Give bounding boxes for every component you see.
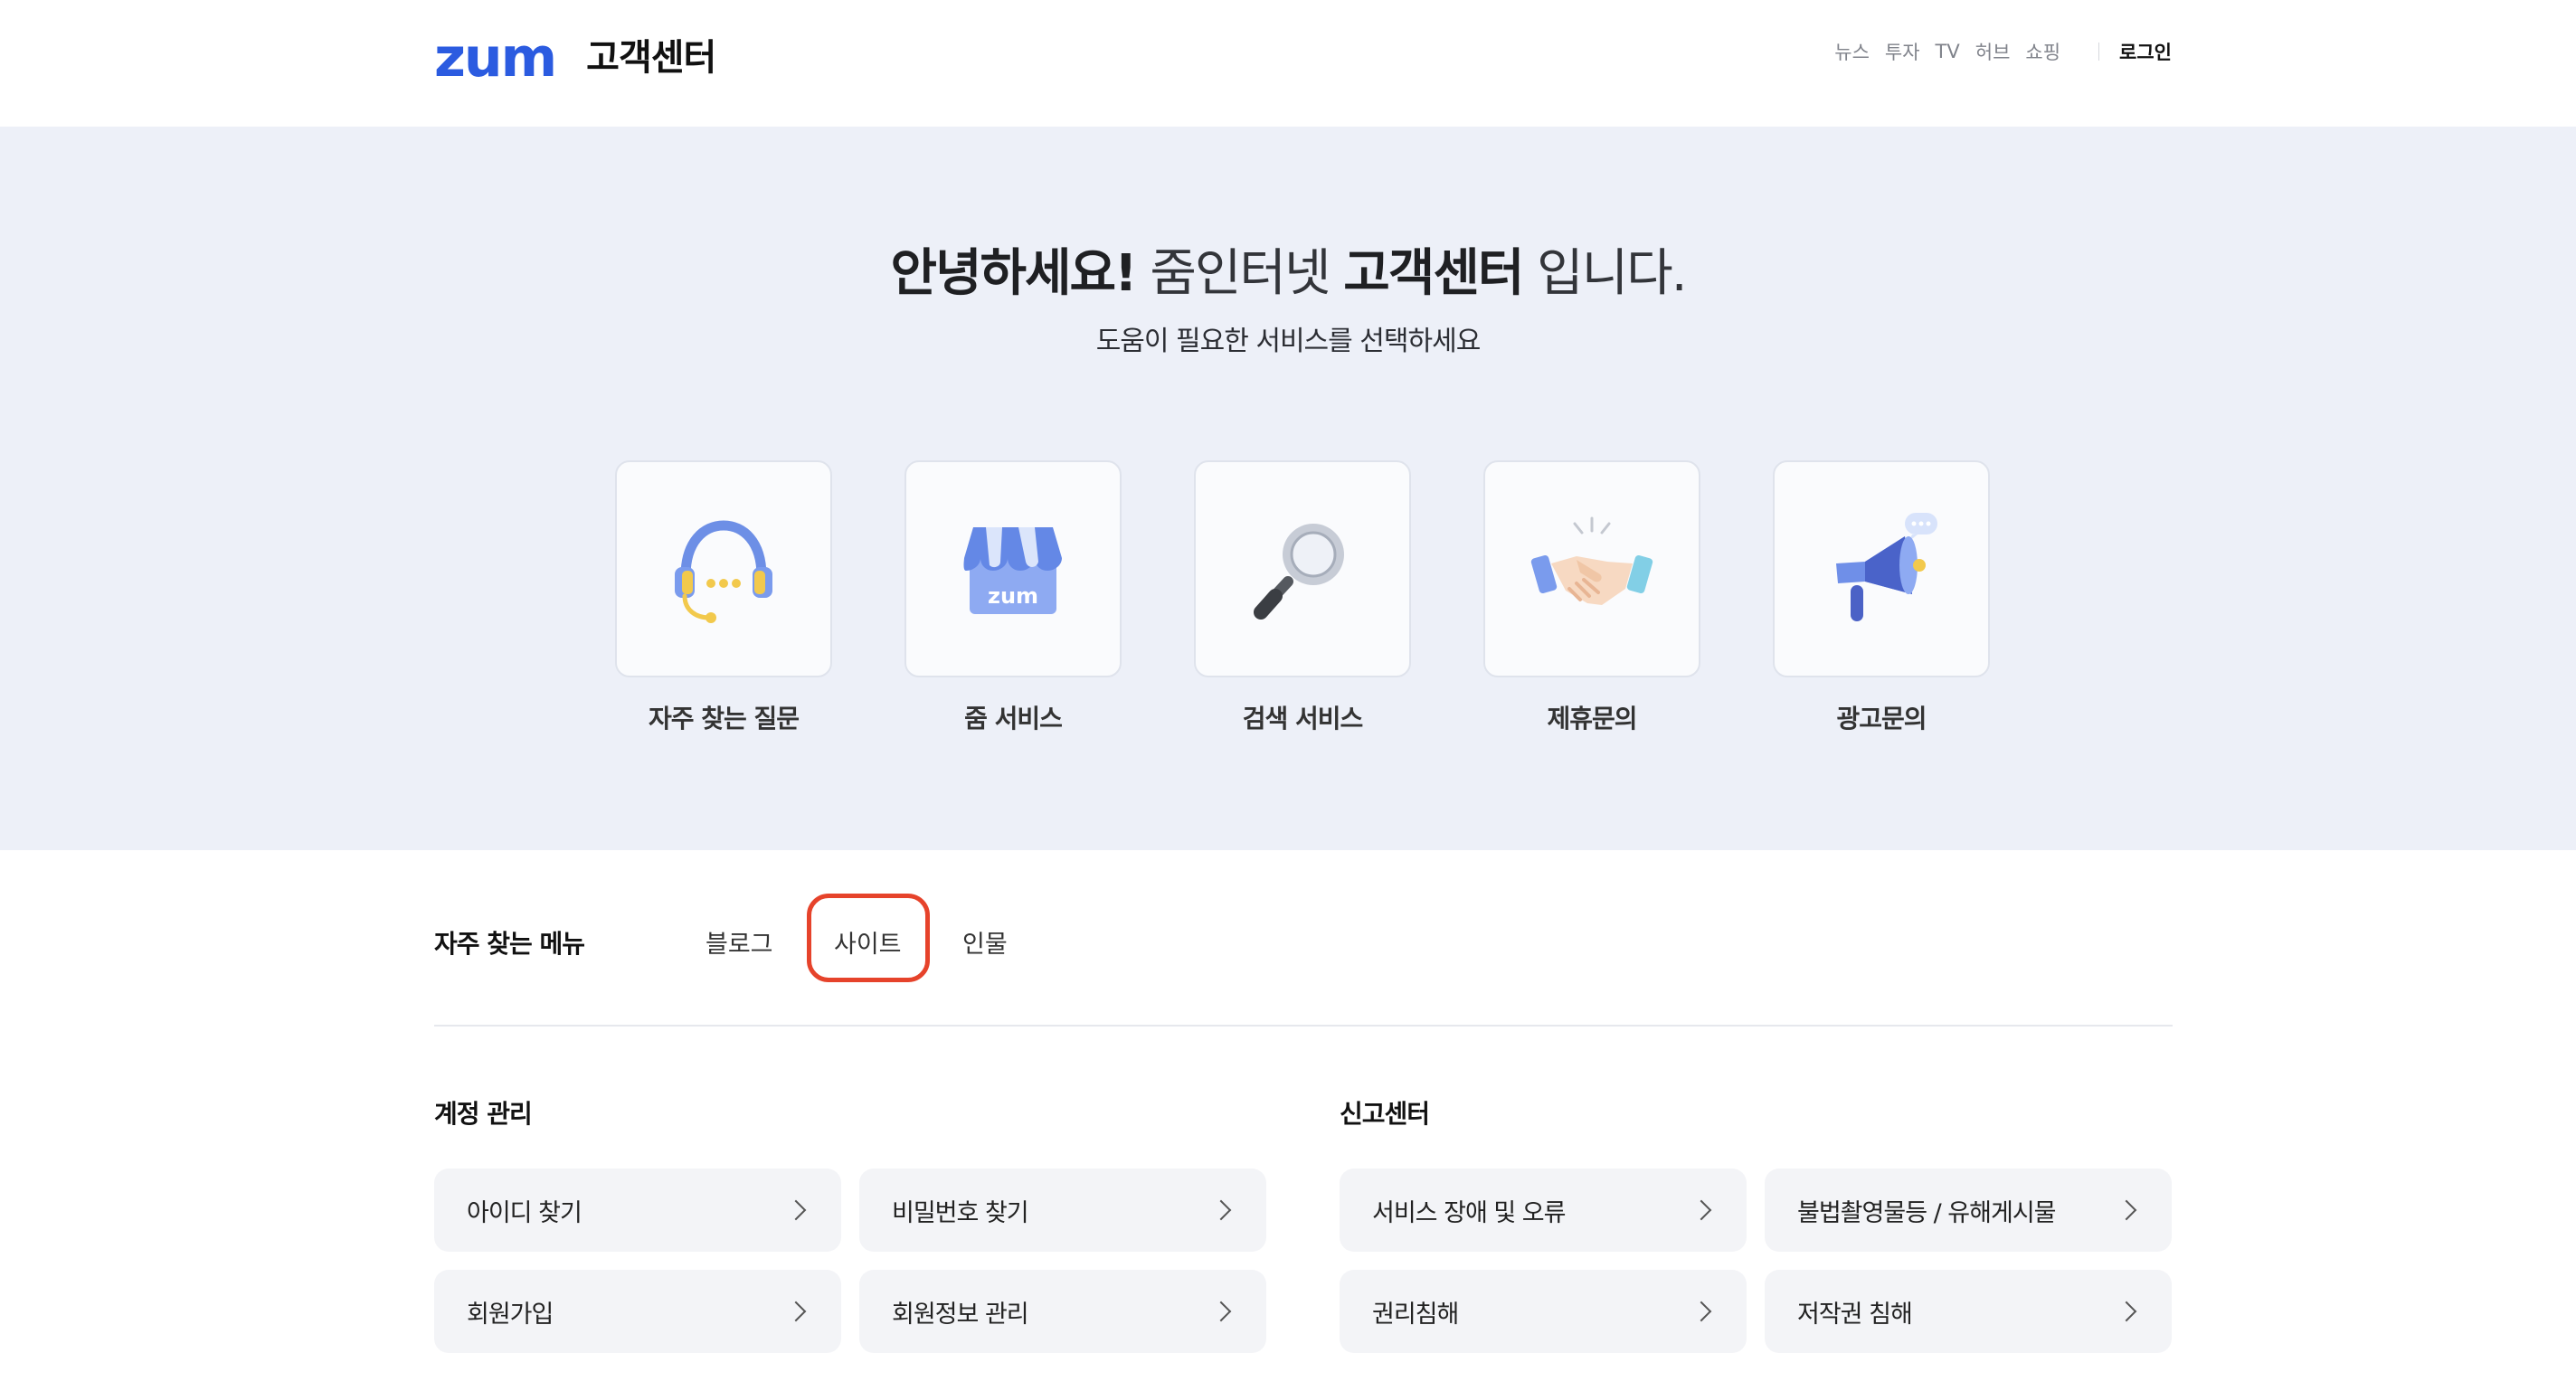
frequent-menu: 자주 찾는 메뉴 블로그 사이트 인물 <box>434 894 2173 1027</box>
magnifier-icon <box>1254 524 1344 620</box>
illegal-content-label: 불법촬영물등 / 유해게시물 <box>1797 1198 2057 1227</box>
login-link[interactable]: 로그인 <box>2119 38 2172 65</box>
rights-infringement-label: 권리침해 <box>1372 1300 1459 1329</box>
chevron-right-icon <box>1690 1199 1712 1221</box>
card-partnership-box[interactable] <box>1483 460 1700 677</box>
hero-section: 안녕하세요! 줌인터넷 고객센터 입니다. 도움이 필요한 서비스를 선택하세요 <box>0 127 2576 850</box>
nav-hub[interactable]: 허브 <box>1975 38 2011 65</box>
find-id-button[interactable]: 아이디 찾기 <box>434 1169 841 1252</box>
zum-logo[interactable]: zum <box>434 31 557 85</box>
signup-label: 회원가입 <box>467 1300 554 1329</box>
manage-account-label: 회원정보 관리 <box>892 1300 1029 1329</box>
illegal-content-button[interactable]: 불법촬영물등 / 유해게시물 <box>1765 1169 2172 1252</box>
chevron-right-icon <box>785 1199 807 1221</box>
nav-shopping[interactable]: 쇼핑 <box>2025 38 2060 65</box>
store-icon: zum <box>963 527 1062 614</box>
card-faq-label[interactable]: 자주 찾는 질문 <box>615 699 832 735</box>
card-zum-service-label[interactable]: 줌 서비스 <box>904 699 1122 735</box>
service-error-label: 서비스 장애 및 오류 <box>1372 1198 1566 1227</box>
card-partnership-label[interactable]: 제휴문의 <box>1483 699 1700 735</box>
headset-icon <box>675 520 772 623</box>
copyright-infringement-button[interactable]: 저작권 침해 <box>1765 1270 2172 1353</box>
card-search-service[interactable]: 검색 서비스 <box>1194 460 1411 735</box>
nav-invest[interactable]: 투자 <box>1885 38 1920 65</box>
hero-title: 안녕하세요! 줌인터넷 고객센터 입니다. <box>0 242 2576 306</box>
hero-greeting: 안녕하세요! <box>890 244 1137 303</box>
site-title[interactable]: 고객센터 <box>586 31 716 85</box>
card-search-service-box[interactable] <box>1194 460 1411 677</box>
hero-subtitle: 도움이 필요한 서비스를 선택하세요 <box>1095 326 1482 357</box>
rights-infringement-button[interactable]: 권리침해 <box>1340 1270 1747 1353</box>
frequent-menu-title: 자주 찾는 메뉴 <box>434 929 585 959</box>
chevron-right-icon <box>785 1301 807 1322</box>
account-section: 계정 관리 아이디 찾기 비밀번호 찾기 회원가입 회원정보 관리 <box>434 1094 1266 1353</box>
card-advertising-box[interactable] <box>1773 460 1990 677</box>
nav-news[interactable]: 뉴스 <box>1834 38 1870 65</box>
card-zum-service[interactable]: zum 줌 서비스 <box>904 460 1122 735</box>
chevron-right-icon <box>2116 1199 2137 1221</box>
card-advertising[interactable]: 광고문의 <box>1773 460 1990 735</box>
chevron-right-icon <box>1690 1301 1712 1322</box>
hero-end: 입니다. <box>1522 244 1687 303</box>
card-faq[interactable]: 자주 찾는 질문 <box>615 460 832 735</box>
service-cards: 자주 찾는 질문 zum 줌 서비스 검색 서비스 제휴문의 광고문의 <box>615 460 1990 735</box>
chevron-right-icon <box>1210 1199 1232 1221</box>
manage-account-button[interactable]: 회원정보 관리 <box>859 1270 1266 1353</box>
chevron-right-icon <box>1210 1301 1232 1322</box>
report-section: 신고센터 서비스 장애 및 오류 불법촬영물등 / 유해게시물 권리침해 저작권… <box>1340 1094 2172 1353</box>
nav-tv[interactable]: TV <box>1936 41 1960 62</box>
tab-blog[interactable]: 블로그 <box>706 924 773 960</box>
nav-divider <box>2098 43 2100 61</box>
tab-site[interactable]: 사이트 <box>834 924 902 960</box>
handshake-icon <box>1530 516 1653 605</box>
find-password-label: 비밀번호 찾기 <box>892 1198 1029 1227</box>
copyright-infringement-label: 저작권 침해 <box>1797 1300 1913 1329</box>
tab-person[interactable]: 인물 <box>962 924 1008 960</box>
hero-center: 고객센터 <box>1343 244 1524 303</box>
header: zum 고객센터 뉴스 투자 TV 허브 쇼핑 로그인 <box>0 0 2576 127</box>
logo[interactable]: zum 고객센터 <box>434 31 716 85</box>
megaphone-icon <box>1836 513 1937 621</box>
account-title: 계정 관리 <box>434 1099 533 1129</box>
find-id-label: 아이디 찾기 <box>467 1198 582 1227</box>
service-error-button[interactable]: 서비스 장애 및 오류 <box>1340 1169 1747 1252</box>
find-password-button[interactable]: 비밀번호 찾기 <box>859 1169 1266 1252</box>
top-nav: 뉴스 투자 TV 허브 쇼핑 로그인 <box>1834 38 2172 65</box>
card-advertising-label[interactable]: 광고문의 <box>1773 699 1990 735</box>
signup-button[interactable]: 회원가입 <box>434 1270 841 1353</box>
card-zum-service-box[interactable]: zum <box>904 460 1122 677</box>
hero-brand: 줌인터넷 <box>1135 244 1344 303</box>
store-zum-text: zum <box>988 583 1038 609</box>
card-search-service-label[interactable]: 검색 서비스 <box>1194 699 1411 735</box>
card-faq-box[interactable] <box>615 460 832 677</box>
report-title: 신고센터 <box>1340 1099 1430 1129</box>
chevron-right-icon <box>2116 1301 2137 1322</box>
card-partnership[interactable]: 제휴문의 <box>1483 460 1700 735</box>
